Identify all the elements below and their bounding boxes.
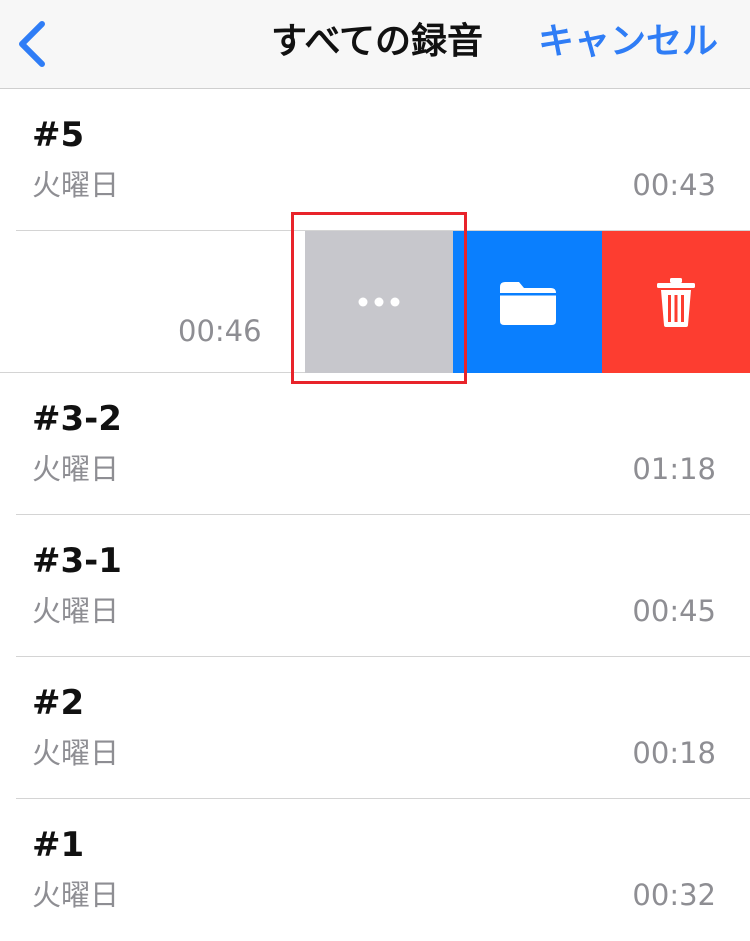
- recording-date: 火曜日: [32, 168, 120, 202]
- chevron-left-icon: [19, 21, 45, 67]
- recording-content[interactable]: 00:46: [0, 231, 305, 373]
- recording-duration: 00:32: [632, 878, 716, 912]
- move-to-folder-button[interactable]: [453, 231, 602, 373]
- recording-row[interactable]: #2 火曜日 00:18: [0, 657, 750, 799]
- cancel-button[interactable]: キャンセル: [538, 18, 718, 66]
- recording-row[interactable]: #3-1 火曜日 00:45: [0, 515, 750, 657]
- recording-row[interactable]: #1 火曜日 00:32: [0, 799, 750, 941]
- recording-date: 火曜日: [32, 452, 120, 486]
- recording-row-swiped[interactable]: 00:46: [0, 231, 750, 373]
- navigation-bar: すべての録音 キャンセル: [0, 0, 750, 89]
- recording-duration: 00:18: [632, 736, 716, 770]
- recording-title: #3-2: [32, 399, 122, 439]
- recording-row[interactable]: #3-2 火曜日 01:18: [0, 373, 750, 515]
- recording-date: 火曜日: [32, 594, 120, 628]
- recording-duration: 00:46: [178, 314, 262, 348]
- delete-button[interactable]: [602, 231, 750, 373]
- recording-title: #5: [32, 115, 85, 155]
- recording-date: 火曜日: [32, 736, 120, 770]
- ellipsis-icon: [358, 297, 400, 307]
- folder-icon: [499, 282, 556, 325]
- recording-duration: 00:45: [632, 594, 716, 628]
- recording-title: #1: [32, 825, 85, 865]
- trash-icon: [657, 278, 695, 327]
- recordings-list: #5 火曜日 00:43 00:46 #3-2 火曜日 01:18 #3-1 火…: [0, 89, 750, 941]
- recording-row[interactable]: #5 火曜日 00:43: [0, 89, 750, 231]
- back-button[interactable]: [14, 18, 54, 70]
- recording-duration: 00:43: [632, 168, 716, 202]
- recording-date: 火曜日: [32, 878, 120, 912]
- recording-title: #2: [32, 683, 85, 723]
- recording-title: #3-1: [32, 541, 122, 581]
- more-actions-button[interactable]: [305, 231, 453, 373]
- recording-duration: 01:18: [632, 452, 716, 486]
- page-title: すべての録音: [270, 21, 484, 62]
